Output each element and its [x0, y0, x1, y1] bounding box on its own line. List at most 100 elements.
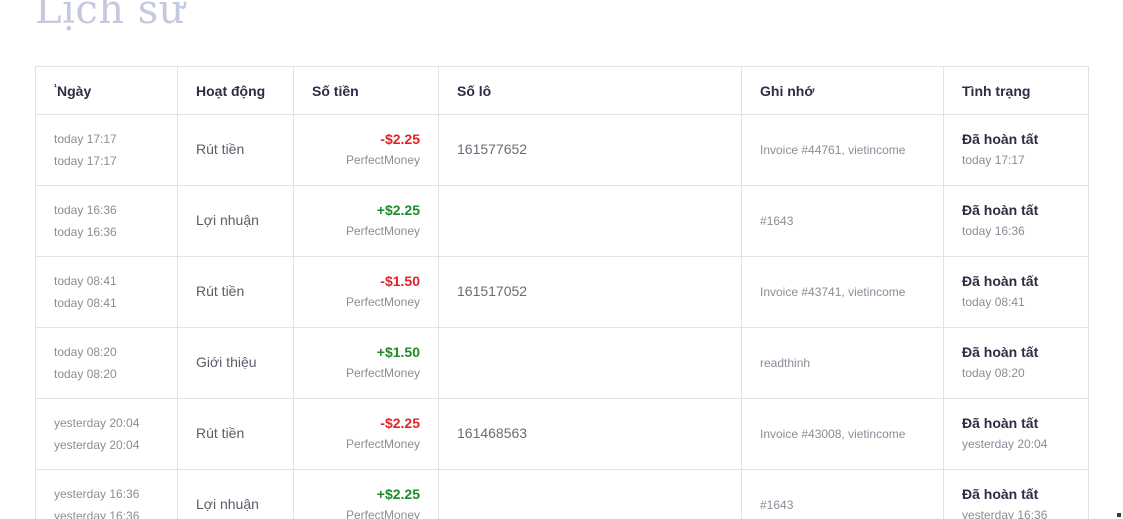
processed-time: today 16:36	[54, 225, 117, 239]
sort-indicator: ¹	[54, 81, 57, 92]
status-cell: Đã hoàn tất today 17:17	[943, 114, 1089, 186]
batch-number: 161517052	[457, 283, 528, 299]
status-time: today 17:17	[962, 153, 1025, 167]
column-header-memo[interactable]: Ghi nhớ	[741, 66, 944, 115]
status-cell: Đã hoàn tất today 08:41	[943, 256, 1089, 328]
memo-cell: #1643	[741, 185, 944, 257]
payment-system: PerfectMoney	[345, 366, 420, 380]
payment-system: PerfectMoney	[345, 437, 420, 451]
column-header-memo-label: Ghi nhớ	[760, 82, 815, 99]
scrollbar-corner[interactable]	[1117, 513, 1121, 517]
activity-cell: Lợi nhuận	[177, 185, 294, 257]
processed-time: today 08:20	[54, 367, 117, 381]
status-time: today 16:36	[962, 224, 1025, 238]
status-time: yesterday 20:04	[962, 437, 1048, 451]
payment-system: PerfectMoney	[345, 153, 420, 167]
column-header-amount-label: Số tiền	[312, 82, 359, 99]
activity-cell: Rút tiền	[177, 398, 294, 470]
payment-system: PerfectMoney	[345, 508, 420, 519]
status-cell: Đã hoàn tất yesterday 16:36	[943, 469, 1089, 519]
created-time: yesterday 20:04	[54, 416, 140, 430]
created-time: today 17:17	[54, 132, 117, 146]
amount-cell: +$1.50 PerfectMoney	[293, 327, 439, 399]
status-label: Đã hoàn tất	[962, 415, 1039, 431]
status-cell: Đã hoàn tất today 16:36	[943, 185, 1089, 257]
activity-type: Lợi nhuận	[196, 212, 259, 228]
table-row: today 08:20 today 08:20 Giới thiệu +$1.5…	[35, 327, 1089, 399]
amount-value: +$2.25	[376, 202, 420, 218]
memo-text: #1643	[760, 214, 794, 228]
amount-value: -$1.50	[380, 273, 420, 289]
batch-number: 161468563	[457, 425, 528, 441]
payment-system: PerfectMoney	[345, 295, 420, 309]
table-row: yesterday 16:36 yesterday 16:36 Lợi nhuậ…	[35, 469, 1089, 519]
status-time: today 08:20	[962, 366, 1025, 380]
date-cell: today 17:17 today 17:17	[35, 114, 178, 186]
status-label: Đã hoàn tất	[962, 344, 1039, 360]
status-label: Đã hoàn tất	[962, 131, 1039, 147]
history-table-body: today 17:17 today 17:17 Rút tiền -$2.25 …	[35, 114, 1089, 519]
activity-cell: Rút tiền	[177, 114, 294, 186]
column-header-date[interactable]: ¹Ngày	[35, 66, 178, 115]
status-cell: Đã hoàn tất yesterday 20:04	[943, 398, 1089, 470]
activity-type: Giới thiệu	[196, 354, 257, 370]
processed-time: yesterday 20:04	[54, 438, 140, 452]
column-header-status-label: Tình trạng	[962, 82, 1031, 99]
column-header-activity-label: Hoạt động	[196, 82, 266, 99]
status-label: Đã hoàn tất	[962, 273, 1039, 289]
memo-cell: Invoice #44761, vietincome	[741, 114, 944, 186]
status-cell: Đã hoàn tất today 08:20	[943, 327, 1089, 399]
memo-text: Invoice #43741, vietincome	[760, 285, 906, 299]
amount-cell: -$2.25 PerfectMoney	[293, 114, 439, 186]
amount-value: -$2.25	[380, 131, 420, 147]
status-time: today 08:41	[962, 295, 1025, 309]
memo-text: Invoice #43008, vietincome	[760, 427, 906, 441]
column-header-batch-label: Số lô	[457, 82, 492, 99]
created-time: today 08:41	[54, 274, 117, 288]
activity-type: Rút tiền	[196, 141, 245, 157]
status-label: Đã hoàn tất	[962, 486, 1039, 502]
memo-cell: Invoice #43741, vietincome	[741, 256, 944, 328]
created-time: yesterday 16:36	[54, 487, 140, 501]
amount-value: +$1.50	[376, 344, 420, 360]
memo-cell: Invoice #43008, vietincome	[741, 398, 944, 470]
date-cell: yesterday 16:36 yesterday 16:36	[35, 469, 178, 519]
amount-cell: -$1.50 PerfectMoney	[293, 256, 439, 328]
processed-time: today 08:41	[54, 296, 117, 310]
date-cell: today 16:36 today 16:36	[35, 185, 178, 257]
memo-cell: #1643	[741, 469, 944, 519]
amount-cell: -$2.25 PerfectMoney	[293, 398, 439, 470]
batch-number: 161577652	[457, 141, 528, 157]
batch-cell: 161468563	[438, 398, 742, 470]
amount-value: +$2.25	[376, 486, 420, 502]
amount-cell: +$2.25 PerfectMoney	[293, 185, 439, 257]
payment-system: PerfectMoney	[345, 224, 420, 238]
history-page: Lịch sử ¹Ngày Hoạt động Số tiền Số lô Gh…	[0, 0, 1123, 519]
status-time: yesterday 16:36	[962, 508, 1048, 519]
memo-text: Invoice #44761, vietincome	[760, 143, 906, 157]
processed-time: yesterday 16:36	[54, 509, 140, 519]
memo-text: #1643	[760, 498, 794, 512]
amount-value: -$2.25	[380, 415, 420, 431]
date-cell: today 08:41 today 08:41	[35, 256, 178, 328]
column-header-amount[interactable]: Số tiền	[293, 66, 439, 115]
activity-type: Rút tiền	[196, 283, 245, 299]
date-cell: today 08:20 today 08:20	[35, 327, 178, 399]
table-row: today 16:36 today 16:36 Lợi nhuận +$2.25…	[35, 185, 1089, 257]
column-header-date-label: Ngày	[57, 82, 92, 99]
column-header-batch[interactable]: Số lô	[438, 66, 742, 115]
date-cell: yesterday 20:04 yesterday 20:04	[35, 398, 178, 470]
activity-cell: Giới thiệu	[177, 327, 294, 399]
table-row: yesterday 20:04 yesterday 20:04 Rút tiền…	[35, 398, 1089, 470]
status-label: Đã hoàn tất	[962, 202, 1039, 218]
amount-cell: +$2.25 PerfectMoney	[293, 469, 439, 519]
batch-cell: 161517052	[438, 256, 742, 328]
activity-type: Rút tiền	[196, 425, 245, 441]
memo-text: readthinh	[760, 356, 811, 370]
batch-cell	[438, 185, 742, 257]
column-header-status[interactable]: Tình trạng	[943, 66, 1089, 115]
created-time: today 08:20	[54, 345, 117, 359]
column-header-activity[interactable]: Hoạt động	[177, 66, 294, 115]
table-row: today 17:17 today 17:17 Rút tiền -$2.25 …	[35, 114, 1089, 186]
activity-type: Lợi nhuận	[196, 496, 259, 512]
